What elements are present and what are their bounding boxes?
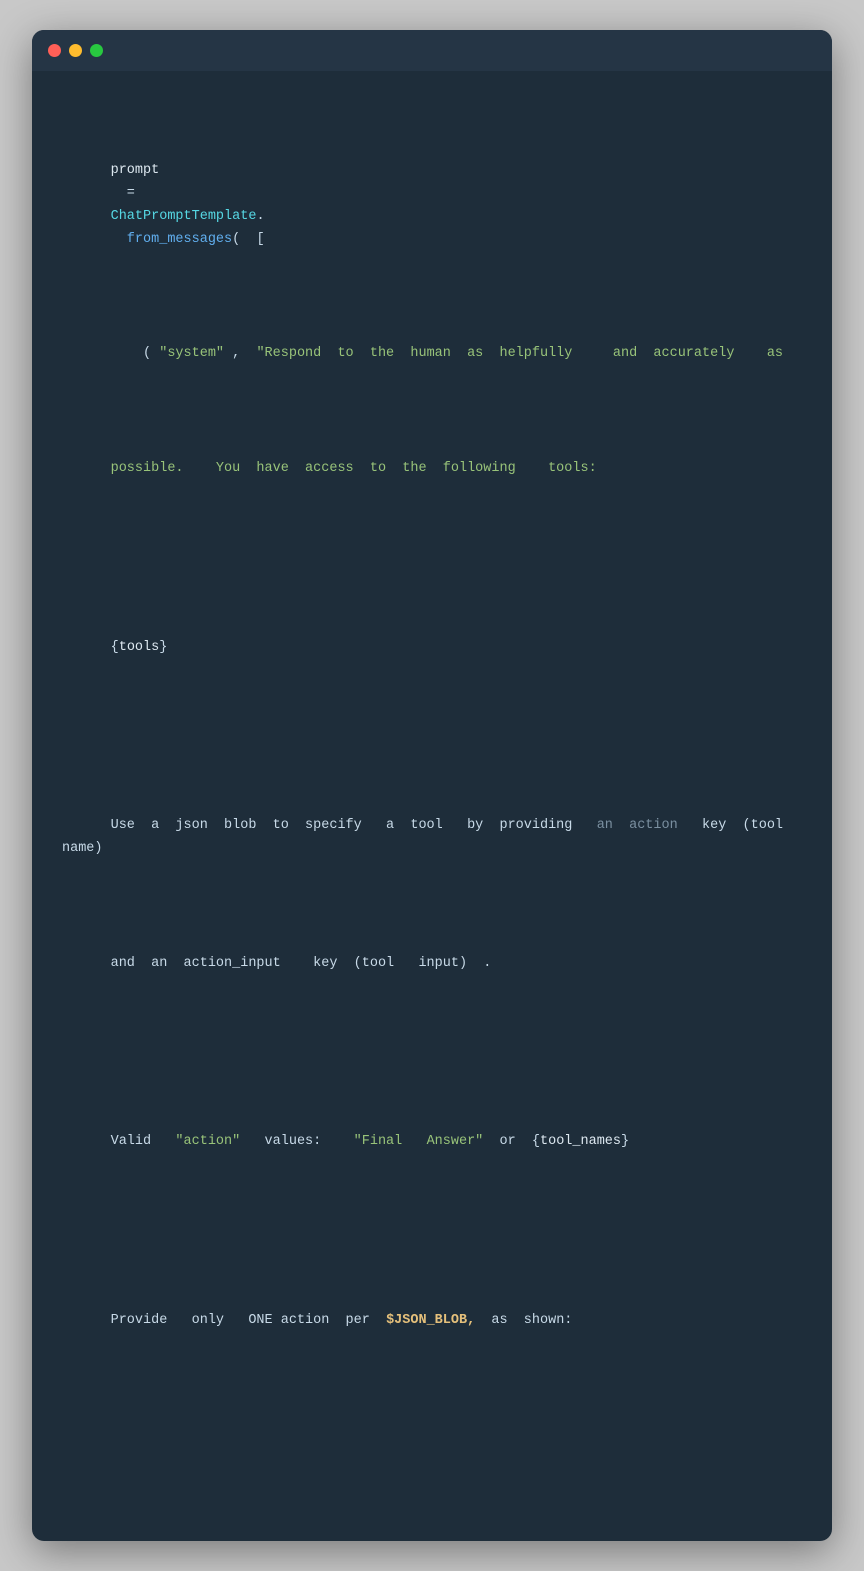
spacer-2 (62, 728, 802, 746)
code-content: prompt = ChatPromptTemplate. from_messag… (32, 71, 832, 1541)
spacer-5 (62, 1402, 802, 1420)
line-9 (62, 1466, 802, 1512)
line-6: and an action_input key (tool input) . (62, 930, 802, 999)
spacer-4 (62, 1223, 802, 1241)
minimize-button[interactable] (69, 44, 82, 57)
line-8: Provide only ONE action per $JSON_BLOB, … (62, 1287, 802, 1356)
line-3: possible. You have access to the followi… (62, 435, 802, 504)
line-2: ( "system" , "Respond to the human as he… (62, 320, 802, 389)
maximize-button[interactable] (90, 44, 103, 57)
titlebar (32, 30, 832, 71)
spacer-1 (62, 550, 802, 568)
line-7: Valid "action" values: "Final Answer" or… (62, 1108, 802, 1177)
code-window: prompt = ChatPromptTemplate. from_messag… (32, 30, 832, 1541)
line-5: Use a json blob to specify a tool by pro… (62, 792, 802, 884)
line-4: {tools} (62, 614, 802, 683)
line-1: prompt = ChatPromptTemplate. from_messag… (62, 137, 802, 275)
close-button[interactable] (48, 44, 61, 57)
spacer-3 (62, 1045, 802, 1063)
